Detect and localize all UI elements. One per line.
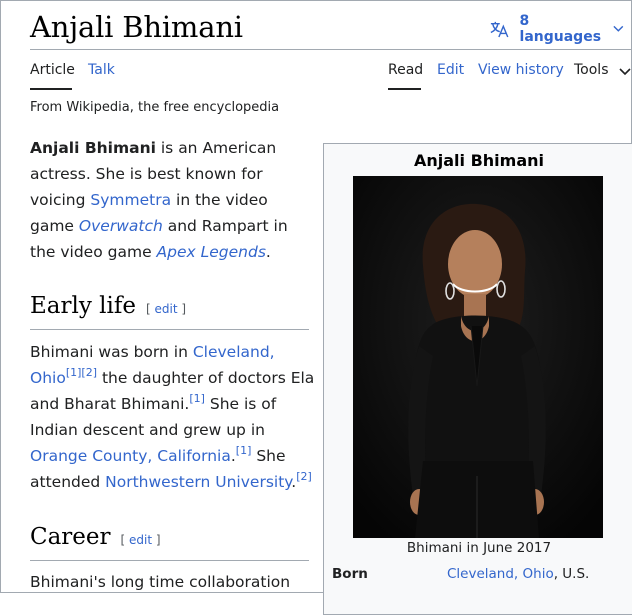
link-symmetra[interactable]: Symmetra xyxy=(90,191,171,209)
edit-section-career[interactable]: edit xyxy=(129,533,152,547)
infobox-photo[interactable] xyxy=(353,176,603,538)
career-paragraph: Bhimani's long time collaboration xyxy=(30,573,291,591)
bracket: ] xyxy=(152,533,161,547)
citation-link[interactable]: [1] xyxy=(236,444,252,457)
subject-name: Anjali Bhimani xyxy=(30,139,156,157)
bracket: [ xyxy=(120,533,130,547)
section-title: Career xyxy=(30,524,111,550)
text-run: , U.S. xyxy=(553,566,590,582)
tab-talk[interactable]: Talk xyxy=(88,62,115,88)
section-heading-career: Career [ edit ] xyxy=(30,524,309,561)
born-label: Born xyxy=(332,566,368,582)
citation-link[interactable]: [1] xyxy=(189,392,205,405)
tab-view-history[interactable]: View history xyxy=(478,62,564,88)
link-born-cleveland[interactable]: Cleveland, Ohio xyxy=(447,566,554,582)
infobox-caption: Bhimani in June 2017 xyxy=(406,540,552,556)
link-overwatch[interactable]: Overwatch xyxy=(79,217,163,235)
languages-label: 8 languages xyxy=(519,13,602,45)
edit-section-early-life[interactable]: edit xyxy=(155,302,178,316)
text-run: . xyxy=(265,243,271,261)
intro-paragraph: Anjali Bhimani is an American actress. S… xyxy=(30,135,315,265)
translate-icon xyxy=(490,21,509,38)
tab-read[interactable]: Read xyxy=(388,62,423,90)
site-tagline: From Wikipedia, the free encyclopedia xyxy=(30,100,280,115)
chevron-down-icon[interactable] xyxy=(619,63,631,79)
infobox: Anjali Bhimani Bhimani in June 2017 Born… xyxy=(323,143,632,615)
link-apex-legends[interactable]: Apex Legends xyxy=(157,243,266,261)
tab-tools[interactable]: Tools xyxy=(574,62,609,88)
citation-link[interactable]: [2] xyxy=(81,366,97,379)
tab-edit[interactable]: Edit xyxy=(437,62,464,88)
citation-link[interactable]: [2] xyxy=(296,470,312,483)
bracket: [ xyxy=(146,302,155,316)
link-overwatch-label: Overwatch xyxy=(78,217,163,235)
edit-section-link: [ edit ] xyxy=(146,302,186,316)
born-value: Cleveland, Ohio, U.S. xyxy=(447,566,589,582)
early-life-paragraph: Bhimani was born in Cleveland, Ohio[1][2… xyxy=(30,339,315,495)
portrait-illustration xyxy=(353,176,603,538)
edit-section-link: [ edit ] xyxy=(121,533,161,547)
bracket: ] xyxy=(177,302,187,316)
section-heading-early-life: Early life [ edit ] xyxy=(30,293,309,330)
link-apex-legends-label: Apex Legends xyxy=(156,243,266,261)
citation-link[interactable]: [1] xyxy=(66,366,82,379)
page-title: Anjali Bhimani xyxy=(30,10,243,44)
link-orange-county[interactable]: Orange County, California xyxy=(30,447,231,465)
link-northwestern[interactable]: Northwestern University xyxy=(105,473,291,491)
languages-button[interactable]: 8 languages xyxy=(490,13,632,45)
chevron-down-icon xyxy=(613,25,624,32)
infobox-title: Anjali Bhimani xyxy=(413,151,544,170)
text-run: Bhimani was born in xyxy=(30,343,193,361)
title-divider xyxy=(30,49,632,50)
tab-article[interactable]: Article xyxy=(30,62,75,90)
section-title: Early life xyxy=(30,293,136,319)
